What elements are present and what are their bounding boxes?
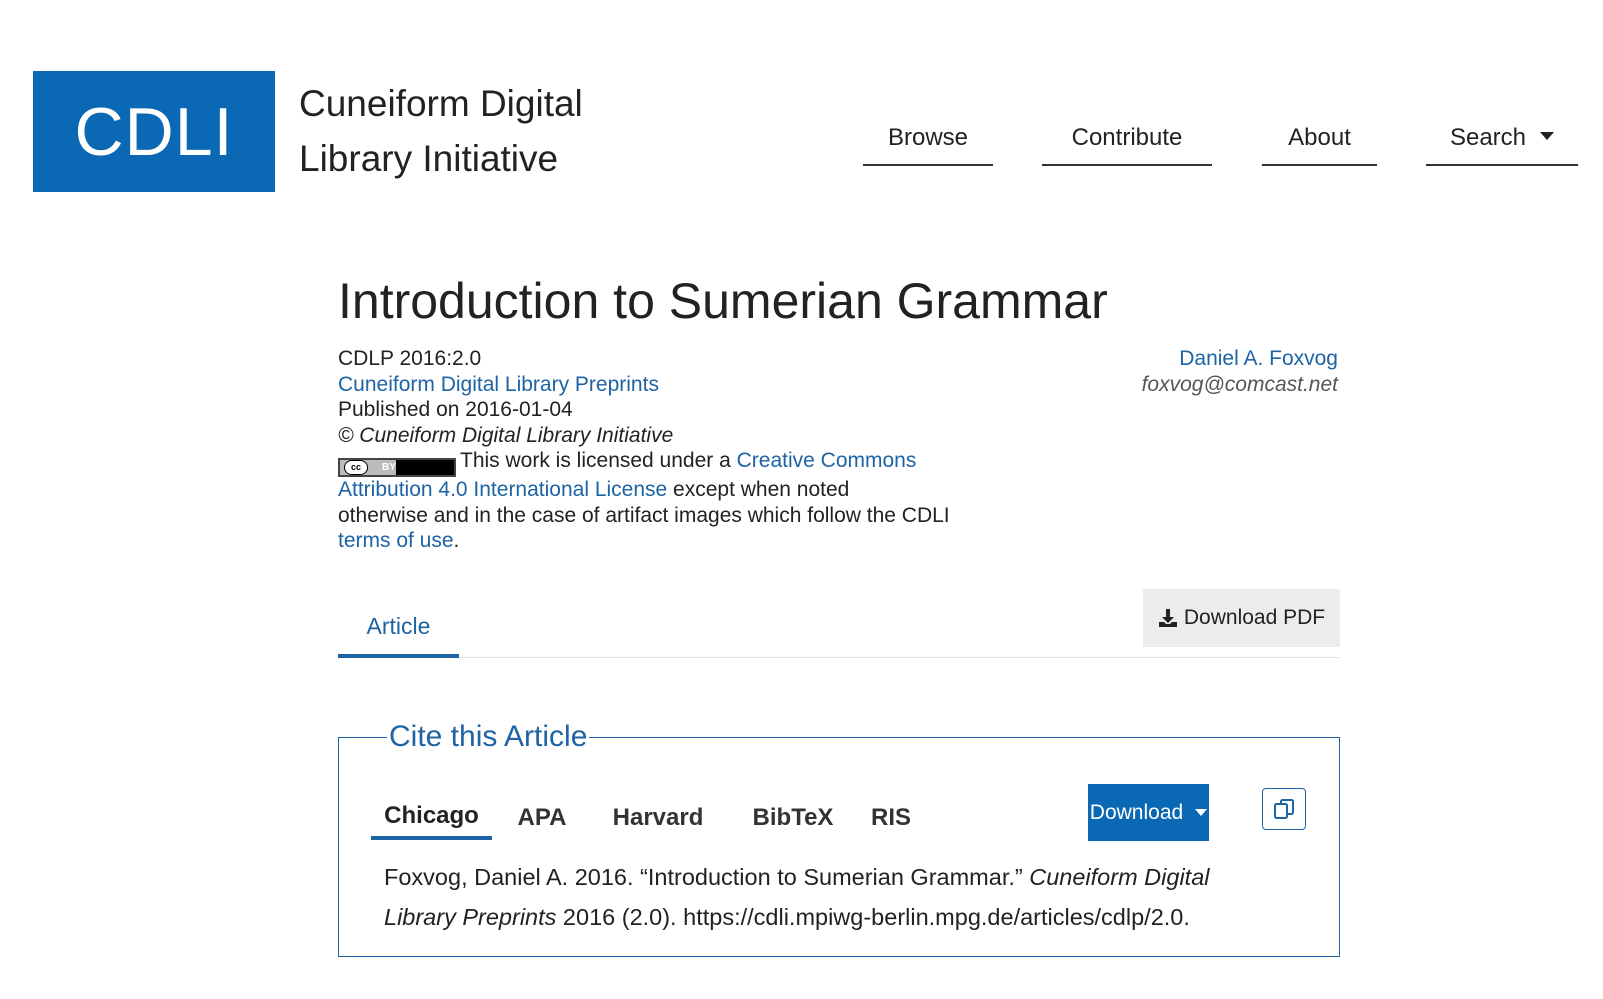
- nav-search-dropdown[interactable]: Search: [1426, 112, 1578, 166]
- tab-article-label: Article: [366, 612, 431, 639]
- by-icon: BY: [382, 461, 396, 473]
- site-name-line2: Library Initiative: [299, 138, 559, 179]
- series-link[interactable]: Cuneiform Digital Library Preprints: [338, 373, 659, 396]
- site-name-line1: Cuneiform Digital: [299, 83, 583, 124]
- author-block: Daniel A. Foxvog foxvog@comcast.net: [1142, 346, 1338, 397]
- nav-about-label: About: [1288, 124, 1351, 151]
- tab-ris[interactable]: RIS: [865, 796, 917, 840]
- cdli-logo[interactable]: CDLI: [33, 71, 275, 192]
- author-name-link[interactable]: Daniel A. Foxvog: [1179, 347, 1338, 370]
- page-title: Introduction to Sumerian Grammar: [338, 273, 1108, 329]
- author-email: foxvog@comcast.net: [1141, 372, 1338, 396]
- tabs-divider: [338, 657, 1340, 658]
- nav-browse[interactable]: Browse: [863, 112, 993, 166]
- nav-contribute-label: Contribute: [1071, 124, 1183, 151]
- nav-search-label: Search: [1449, 124, 1527, 151]
- tab-apa[interactable]: APA: [511, 796, 573, 840]
- tab-bibtex[interactable]: BibTeX: [743, 796, 843, 840]
- cite-legend: Cite this Article: [387, 718, 590, 756]
- license-link-cont[interactable]: Attribution 4.0 International License: [338, 478, 667, 501]
- tab-article[interactable]: Article: [338, 598, 459, 658]
- cc-by-license-badge[interactable]: cc BY: [338, 458, 456, 477]
- license-text: cc BY This work is licensed under a Crea…: [338, 449, 950, 552]
- chevron-down-icon: [1540, 132, 1555, 140]
- download-icon: [1158, 609, 1177, 627]
- copy-icon: [1274, 799, 1294, 819]
- published-date: Published on 2016-01-04: [338, 398, 573, 421]
- citation-text: Foxvog, Daniel A. 2016. “Introduction to…: [384, 864, 1210, 930]
- chevron-down-icon: [1195, 809, 1208, 816]
- tab-harvard[interactable]: Harvard: [601, 796, 715, 840]
- terms-of-use-link[interactable]: terms of use: [338, 529, 454, 552]
- download-pdf-button[interactable]: Download PDF: [1143, 589, 1340, 647]
- article-meta: CDLP 2016:2.0 Cuneiform Digital Library …: [338, 346, 998, 554]
- nav-about[interactable]: About: [1262, 112, 1377, 166]
- nav-browse-label: Browse: [887, 124, 969, 151]
- copyright: © Cuneiform Digital Library Initiative: [338, 423, 674, 447]
- nav-contribute[interactable]: Contribute: [1042, 112, 1212, 166]
- logo-text: CDLI: [74, 93, 234, 170]
- download-pdf-label: Download PDF: [1183, 606, 1326, 629]
- license-link[interactable]: Creative Commons: [737, 449, 917, 472]
- copy-citation-button[interactable]: [1262, 788, 1306, 830]
- site-name[interactable]: Cuneiform Digital Library Initiative: [299, 76, 619, 186]
- tab-chicago[interactable]: Chicago: [371, 796, 492, 840]
- citation-download-button[interactable]: Download: [1088, 784, 1209, 841]
- article-id: CDLP 2016:2.0: [338, 347, 482, 370]
